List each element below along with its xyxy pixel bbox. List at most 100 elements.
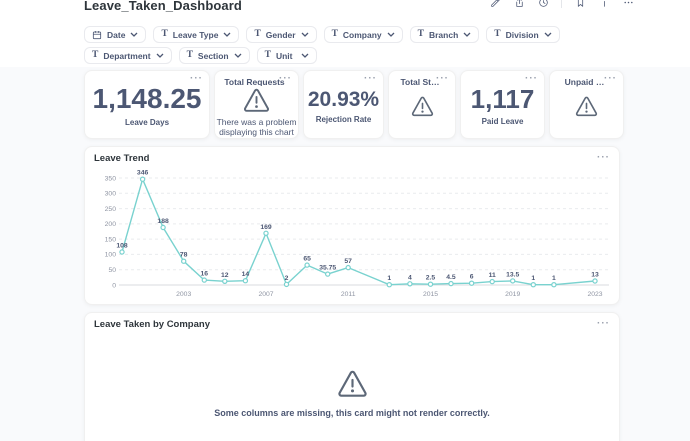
warning-icon xyxy=(575,89,598,117)
chart-title: Leave Taken by Company xyxy=(94,319,210,330)
filter-label: Unit xyxy=(276,51,293,61)
kpi-label: Leave Days xyxy=(125,118,169,127)
card-menu-button[interactable]: ··· xyxy=(190,74,203,84)
bookmark-button[interactable] xyxy=(574,0,586,8)
filter-label: Department xyxy=(103,51,150,61)
filter-chip-section[interactable]: TSection xyxy=(179,47,250,64)
ellipsis-icon xyxy=(623,0,634,8)
svg-text:57: 57 xyxy=(344,258,352,265)
svg-text:108: 108 xyxy=(116,243,128,250)
more-options-button[interactable] xyxy=(622,0,634,8)
warning-icon xyxy=(243,88,270,113)
dashboard-grid: ···1,148.25Leave Days···Total RequestsTh… xyxy=(0,67,690,441)
kpi-card-rejection-rate[interactable]: ···20.93%Rejection Rate xyxy=(303,70,384,139)
card-menu-button[interactable]: ··· xyxy=(597,153,610,163)
filter-chip-leave-type[interactable]: TLeave Type xyxy=(153,26,239,43)
svg-text:12: 12 xyxy=(221,272,229,279)
chevron-down-icon xyxy=(130,32,138,37)
text-filter-icon: T xyxy=(418,30,424,40)
svg-text:2003: 2003 xyxy=(176,291,191,298)
svg-text:2: 2 xyxy=(285,275,289,282)
dashboard-page: Leave_Taken_Dashboard Date TLeave Type T Ge… xyxy=(0,0,690,441)
kpi-card-unpaid[interactable]: ···Unpaid … xyxy=(549,70,624,139)
svg-text:6: 6 xyxy=(470,274,474,281)
info-icon xyxy=(599,0,610,8)
svg-text:13.5: 13.5 xyxy=(506,271,519,278)
svg-text:169: 169 xyxy=(260,224,272,231)
filter-chip-unit[interactable]: T Unit xyxy=(257,47,317,64)
svg-text:11: 11 xyxy=(489,272,496,279)
svg-text:2023: 2023 xyxy=(587,291,602,298)
text-filter-icon: T xyxy=(254,30,260,40)
card-menu-button[interactable]: ··· xyxy=(364,74,377,84)
info-button[interactable] xyxy=(598,0,610,8)
calendar-icon xyxy=(92,30,102,40)
card-menu-button[interactable]: ··· xyxy=(436,74,449,84)
card-header: Leave Taken by Company ··· xyxy=(94,319,610,330)
edit-dashboard-button[interactable] xyxy=(489,0,501,8)
chevron-down-icon xyxy=(301,53,309,58)
card-header: Leave Trend ··· xyxy=(94,153,610,164)
chevron-down-icon xyxy=(156,53,164,58)
kpi-label: Paid Leave xyxy=(482,117,524,126)
svg-text:1: 1 xyxy=(387,275,391,282)
card-menu-button[interactable]: ··· xyxy=(604,74,617,84)
kpi-error-message: There was a problemdisplaying this chart xyxy=(217,117,297,138)
kpi-card-total-st[interactable]: ···Total St… xyxy=(388,70,456,139)
auto-refresh-button[interactable] xyxy=(537,0,549,8)
warning-text: Some columns are missing, this card migh… xyxy=(214,408,489,418)
svg-text:346: 346 xyxy=(137,170,149,177)
filter-chip-branch[interactable]: T Branch xyxy=(410,26,480,43)
filter-chip-division[interactable]: TDivision xyxy=(486,26,559,43)
clock-icon xyxy=(538,0,549,8)
filter-label: Date xyxy=(107,30,125,40)
svg-text:13: 13 xyxy=(591,272,599,279)
dashboard-header: Leave_Taken_Dashboard Date TLeave Type T Ge… xyxy=(0,0,690,67)
bookmark-icon xyxy=(575,0,586,8)
svg-text:2.5: 2.5 xyxy=(426,275,436,282)
text-filter-icon: T xyxy=(494,30,500,40)
chevron-down-icon xyxy=(234,53,242,58)
filter-chip-department[interactable]: TDepartment xyxy=(84,47,172,64)
svg-text:100: 100 xyxy=(105,252,117,259)
card-menu-button[interactable]: ··· xyxy=(279,74,292,84)
kpi-card-paid-leave[interactable]: ··· 1,117 Paid Leave xyxy=(460,70,545,139)
filter-bar: DateTLeave TypeTGenderTCompanyTBranchTDi… xyxy=(84,26,629,64)
filter-chip-date[interactable]: Date xyxy=(84,26,146,43)
filter-label: Gender xyxy=(266,30,296,40)
filter-chip-company[interactable]: TCompany xyxy=(324,26,403,43)
chevron-down-icon xyxy=(301,32,309,37)
kpi-row: ···1,148.25Leave Days···Total RequestsTh… xyxy=(84,70,690,139)
svg-text:1: 1 xyxy=(552,275,556,282)
card-menu-button[interactable]: ··· xyxy=(597,319,610,329)
svg-text:78: 78 xyxy=(180,252,188,259)
warning-icon xyxy=(337,370,368,398)
svg-text:65: 65 xyxy=(303,256,311,263)
chart-title: Leave Trend xyxy=(94,153,149,164)
svg-text:2019: 2019 xyxy=(505,291,520,298)
svg-text:350: 350 xyxy=(105,175,117,182)
text-filter-icon: T xyxy=(265,51,271,61)
warning-icon xyxy=(411,89,434,117)
chevron-down-icon xyxy=(463,32,471,37)
filter-chip-gender[interactable]: T Gender xyxy=(246,26,316,43)
svg-text:50: 50 xyxy=(108,267,116,274)
kpi-value: 1,117 xyxy=(471,86,535,112)
leave-trend-line-chart[interactable]: 0501001502002503003502003200720112015201… xyxy=(94,165,612,303)
svg-text:1: 1 xyxy=(531,275,535,282)
text-filter-icon: T xyxy=(332,30,338,40)
svg-text:300: 300 xyxy=(105,191,117,198)
title-row: Leave_Taken_Dashboard xyxy=(84,0,690,26)
header-divider xyxy=(561,0,562,8)
filter-label: Section xyxy=(198,51,229,61)
svg-text:2015: 2015 xyxy=(423,291,438,298)
pencil-icon xyxy=(490,0,501,8)
kpi-card-leave-days[interactable]: ···1,148.25Leave Days xyxy=(84,70,210,139)
card-menu-button[interactable]: ··· xyxy=(525,74,538,84)
sharing-button[interactable] xyxy=(513,0,525,8)
svg-text:2007: 2007 xyxy=(258,291,273,298)
kpi-card-total-requests[interactable]: ···Total RequestsThere was a problemdisp… xyxy=(214,70,299,139)
svg-text:2011: 2011 xyxy=(341,291,356,298)
filter-label: Branch xyxy=(429,30,458,40)
svg-text:35.75: 35.75 xyxy=(319,265,336,272)
